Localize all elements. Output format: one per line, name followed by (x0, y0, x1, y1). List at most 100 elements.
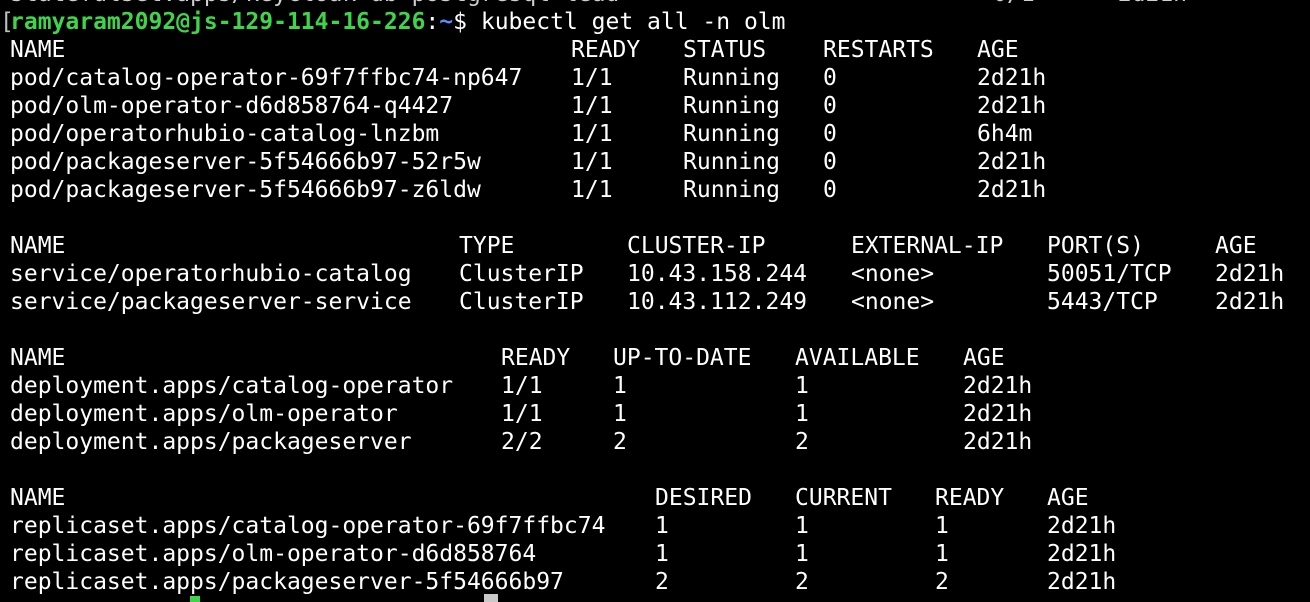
pod-name: pod/catalog-operator-69f7ffbc74-np647 (10, 65, 523, 91)
prompt-user-host: ramyaram2092@js-129-114-16-226 (10, 9, 426, 35)
replicaset-age: 2d21h (1047, 541, 1117, 567)
service-name: service/operatorhubio-catalog (10, 261, 412, 287)
replicaset-current: 1 (795, 513, 809, 539)
table-row: deployment.apps/olm-operator 1/1 1 1 2d2… (10, 400, 1032, 428)
pod-restarts: 0 (823, 177, 837, 203)
pod-name: pod/olm-operator-d6d858764-q4427 (10, 93, 454, 119)
pod-restarts: 0 (823, 121, 837, 147)
pod-restarts: 0 (823, 65, 837, 91)
pod-status: Running (683, 121, 780, 147)
pod-ready: 1/1 (571, 93, 613, 119)
prompt-path: ~ (439, 9, 454, 35)
pod-age: 2d21h (977, 65, 1047, 91)
pod-ready: 1/1 (571, 177, 613, 203)
service-cluster-ip: 10.43.158.244 (627, 261, 808, 287)
table-row: pod/olm-operator-d6d858764-q4427 1/1 Run… (10, 92, 1046, 120)
pod-name: pod/packageserver-5f54666b97-z6ldw (10, 177, 481, 203)
table-row: pod/operatorhubio-catalog-lnzbm 1/1 Runn… (10, 120, 1032, 148)
column-header-desired: DESIRED (655, 485, 752, 511)
column-header-status: STATUS (683, 37, 767, 63)
pod-name: pod/operatorhubio-catalog-lnzbm (10, 121, 440, 147)
terminal-window[interactable]: statefulset.apps/keycloak-db-postgresql-… (0, 0, 1310, 602)
replicaset-name: replicaset.apps/catalog-operator-69f7ffb… (10, 513, 606, 539)
deployment-available: 1 (795, 401, 809, 427)
pod-ready: 1/1 (571, 149, 613, 175)
replicaset-ready: 1 (935, 541, 949, 567)
replicaset-current: 1 (795, 541, 809, 567)
column-header-ready: READY (571, 37, 641, 63)
column-header-age: AGE (977, 37, 1019, 63)
table-row: deployment.apps/packageserver 2/2 2 2 2d… (10, 428, 1032, 456)
replicaset-name: replicaset.apps/packageserver-5f54666b97 (10, 569, 564, 595)
deployment-age: 2d21h (963, 401, 1033, 427)
pods-header-row: NAME READY STATUS RESTARTS AGE (10, 36, 1019, 64)
column-header-age: AGE (1215, 233, 1257, 259)
pod-ready: 1/1 (571, 121, 613, 147)
service-external-ip: <none> (851, 261, 935, 287)
service-external-ip: <none> (851, 289, 935, 315)
column-header-up-to-date: UP-TO-DATE (613, 345, 752, 371)
table-row: replicaset.apps/olm-operator-d6d858764 1… (10, 540, 1116, 568)
prompt-line: ramyaram2092@js-129-114-16-226:~$ kubect… (10, 8, 786, 36)
service-type: ClusterIP (459, 289, 584, 315)
deployment-up-to-date: 2 (613, 429, 627, 455)
deployment-up-to-date: 1 (613, 373, 627, 399)
next-prompt-fragment (190, 596, 200, 602)
replicaset-age: 2d21h (1047, 569, 1117, 595)
cut-off-output-line: statefulset.apps/keycloak-db-postgresql-… (10, 0, 1187, 8)
table-row: replicaset.apps/packageserver-5f54666b97… (10, 568, 1116, 596)
pod-age: 2d21h (977, 177, 1047, 203)
column-header-name: NAME (10, 37, 66, 63)
column-header-type: TYPE (459, 233, 515, 259)
pod-restarts: 0 (823, 93, 837, 119)
column-header-name: NAME (10, 345, 66, 371)
services-header-row: NAME TYPE CLUSTER-IP EXTERNAL-IP PORT(S)… (10, 232, 1257, 260)
replicaset-ready: 1 (935, 513, 949, 539)
pod-age: 6h4m (977, 121, 1033, 147)
replicaset-name: replicaset.apps/olm-operator-d6d858764 (10, 541, 537, 567)
table-row: service/packageserver-service ClusterIP … (10, 288, 1284, 316)
table-row: replicaset.apps/catalog-operator-69f7ffb… (10, 512, 1116, 540)
replicaset-desired: 2 (655, 569, 669, 595)
column-header-ready: READY (935, 485, 1005, 511)
replicaset-desired: 1 (655, 541, 669, 567)
deployment-name: deployment.apps/packageserver (10, 429, 412, 455)
pod-status: Running (683, 65, 780, 91)
table-row: deployment.apps/catalog-operator 1/1 1 1… (10, 372, 1032, 400)
column-header-ports: PORT(S) (1047, 233, 1144, 259)
deployment-age: 2d21h (963, 429, 1033, 455)
pod-age: 2d21h (977, 93, 1047, 119)
pod-name: pod/packageserver-5f54666b97-52r5w (10, 149, 481, 175)
column-header-cluster-ip: CLUSTER-IP (627, 233, 766, 259)
service-age: 2d21h (1215, 261, 1285, 287)
table-row: pod/catalog-operator-69f7ffbc74-np647 1/… (10, 64, 1046, 92)
deployment-available: 2 (795, 429, 809, 455)
deployment-age: 2d21h (963, 373, 1033, 399)
column-header-current: CURRENT (795, 485, 892, 511)
column-header-name: NAME (10, 485, 66, 511)
service-age: 2d21h (1215, 289, 1285, 315)
service-cluster-ip: 10.43.112.249 (627, 289, 808, 315)
prompt-separator: : (425, 9, 440, 35)
table-row: service/operatorhubio-catalog ClusterIP … (10, 260, 1284, 288)
deployment-ready: 1/1 (501, 401, 543, 427)
column-header-available: AVAILABLE (795, 345, 920, 371)
service-type: ClusterIP (459, 261, 584, 287)
service-ports: 5443/TCP (1047, 289, 1158, 315)
replicaset-desired: 1 (655, 513, 669, 539)
deployment-ready: 1/1 (501, 373, 543, 399)
column-header-age: AGE (1047, 485, 1089, 511)
pod-ready: 1/1 (571, 65, 613, 91)
text-cursor (484, 594, 498, 602)
column-header-name: NAME (10, 233, 66, 259)
deployment-ready: 2/2 (501, 429, 543, 455)
column-header-ready: READY (501, 345, 571, 371)
pod-status: Running (683, 93, 780, 119)
column-header-restarts: RESTARTS (823, 37, 934, 63)
pod-status: Running (683, 177, 780, 203)
column-header-external-ip: EXTERNAL-IP (851, 233, 1004, 259)
deployment-name: deployment.apps/olm-operator (10, 401, 398, 427)
replicaset-ready: 2 (935, 569, 949, 595)
pod-restarts: 0 (823, 149, 837, 175)
deployment-name: deployment.apps/catalog-operator (10, 373, 454, 399)
